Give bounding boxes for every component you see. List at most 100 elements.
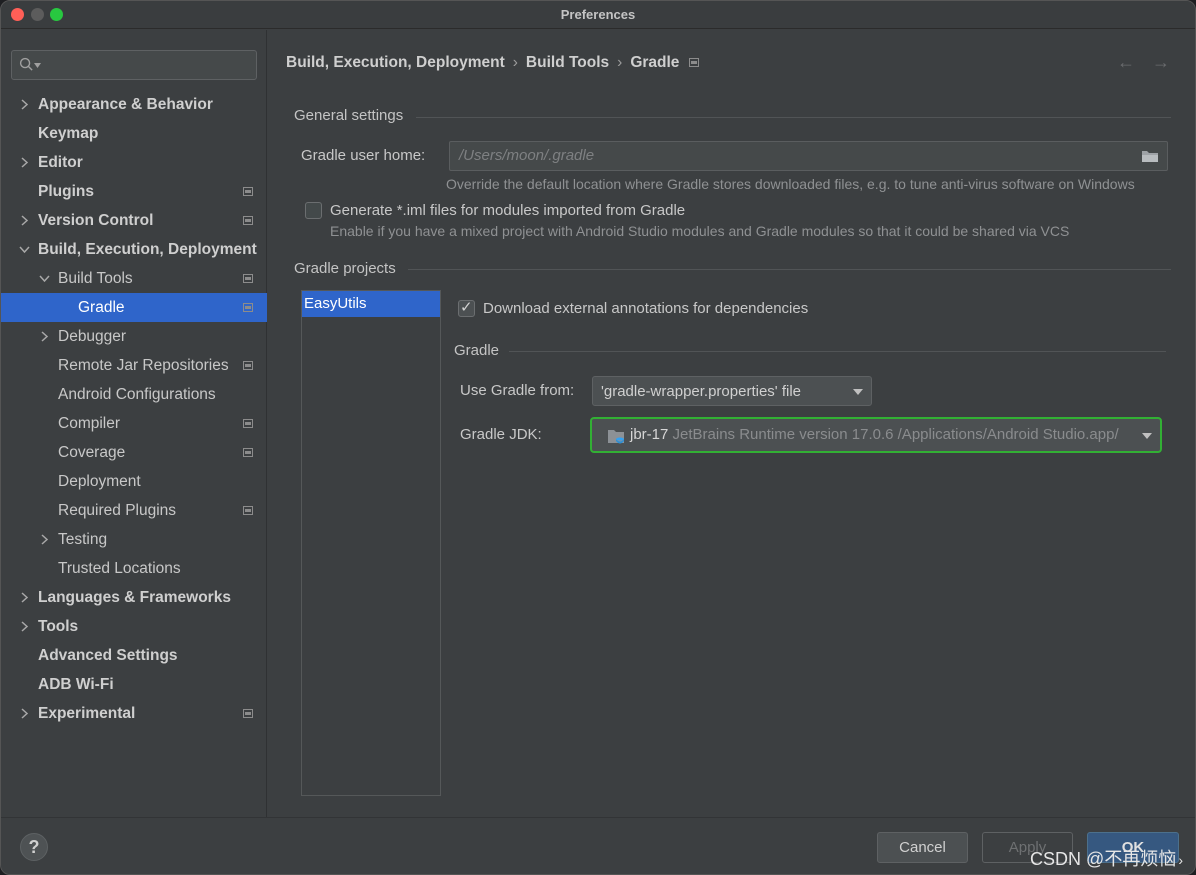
sidebar-item-compiler[interactable]: Compiler [1,409,267,438]
project-level-icon [243,187,253,196]
sidebar-item-appearance-behavior[interactable]: Appearance & Behavior [1,90,267,119]
sidebar-item-build-tools[interactable]: Build Tools [1,264,267,293]
sidebar-item-deployment[interactable]: Deployment [1,467,267,496]
sidebar-item-label: Testing [58,531,108,548]
use-gradle-from-value: 'gradle-wrapper.properties' file [601,383,801,400]
title-bar: Preferences [1,1,1195,29]
chevron-right-icon[interactable] [17,583,31,612]
sidebar-item-label: Languages & Frameworks [38,589,231,606]
chevron-right-icon[interactable] [17,612,31,641]
sidebar-item-label: Version Control [38,212,154,229]
project-level-icon [243,448,253,457]
sidebar-item-experimental[interactable]: Experimental [1,699,267,728]
generate-iml-checkbox[interactable] [305,202,322,219]
sidebar-item-gradle[interactable]: Gradle [1,293,267,322]
chevron-right-icon[interactable] [17,90,31,119]
project-level-icon [243,709,253,718]
browse-folder-icon[interactable] [1141,149,1159,163]
gradle-user-home-field[interactable]: /Users/moon/.gradle [449,141,1168,171]
gradle-user-home-hint: Override the default location where Grad… [446,176,1135,192]
cancel-button[interactable]: Cancel [877,832,968,863]
sidebar-item-plugins[interactable]: Plugins [1,177,267,206]
breadcrumb-separator: › [617,54,623,71]
sidebar-item-testing[interactable]: Testing [1,525,267,554]
section-divider [416,117,1171,118]
sidebar-item-label: Experimental [38,705,136,722]
project-level-icon [243,303,253,312]
generate-iml-label[interactable]: Generate *.iml files for modules importe… [330,202,685,219]
gradle-user-home-value: /Users/moon/.gradle [459,147,595,164]
project-list-item[interactable]: EasyUtils [302,291,440,317]
use-gradle-from-dropdown[interactable]: 'gradle-wrapper.properties' file [592,376,872,406]
chevron-down-icon[interactable] [37,264,51,293]
sidebar-item-label: Remote Jar Repositories [58,357,229,374]
sidebar-item-keymap[interactable]: Keymap [1,119,267,148]
section-divider [408,269,1171,270]
sidebar-item-editor[interactable]: Editor [1,148,267,177]
chevron-down-icon[interactable] [17,235,31,264]
sidebar-item-build-execution-deployment[interactable]: Build, Execution, Deployment [1,235,267,264]
sidebar-item-debugger[interactable]: Debugger [1,322,267,351]
dropdown-arrow-icon [853,389,863,395]
preferences-window: Preferences Appearance & Behavior Keymap E… [0,0,1196,875]
window-title: Preferences [560,7,636,22]
sidebar-item-required-plugins[interactable]: Required Plugins [1,496,267,525]
sidebar-item-label: Advanced Settings [38,647,178,664]
sidebar-item-advanced-settings[interactable]: Advanced Settings [1,641,267,670]
gradle-jdk-dropdown[interactable]: jbr-17 JetBrains Runtime version 17.0.6 … [590,417,1162,453]
sidebar-item-label: Build Tools [58,270,133,287]
sidebar-item-label: Trusted Locations [58,560,181,577]
sidebar-item-android-configurations[interactable]: Android Configurations [1,380,267,409]
breadcrumb-separator: › [512,54,518,71]
search-icon [19,57,33,71]
sidebar-item-label: Android Configurations [58,386,216,403]
gradle-section-title: Gradle [454,342,500,359]
chevron-right-icon[interactable] [17,206,31,235]
download-annotations-label[interactable]: Download external annotations for depend… [483,300,808,317]
gradle-jdk-label: Gradle JDK: [460,426,542,443]
sidebar-item-version-control[interactable]: Version Control [1,206,267,235]
generate-iml-hint: Enable if you have a mixed project with … [330,223,1070,239]
sidebar-item-label: Deployment [58,473,141,490]
breadcrumb-item[interactable]: Build Tools [526,54,609,71]
forward-arrow-icon[interactable]: → [1152,52,1170,73]
back-arrow-icon[interactable]: ← [1117,52,1135,73]
project-level-icon [689,58,700,68]
sidebar-item-label: Plugins [38,183,94,200]
sidebar-item-tools[interactable]: Tools [1,612,267,641]
sidebar-item-trusted-locations[interactable]: Trusted Locations [1,554,267,583]
section-divider [509,351,1166,352]
sidebar-item-label: Compiler [58,415,121,432]
chevron-right-icon[interactable] [37,322,51,351]
watermark: CSDN @不再烦恼 › [1030,845,1183,871]
help-button[interactable]: ? [20,833,48,861]
sidebar-item-label: Build, Execution, Deployment [38,241,257,258]
watermark-text: CSDN @不再烦恼 [1030,849,1177,869]
jdk-detail: JetBrains Runtime version 17.0.6 /Applic… [672,426,1119,443]
use-gradle-from-label: Use Gradle from: [460,382,575,399]
jdk-folder-icon [608,430,624,444]
gradle-projects-title: Gradle projects [294,260,396,277]
chevron-right-icon[interactable] [17,148,31,177]
sidebar-item-languages-frameworks[interactable]: Languages & Frameworks [1,583,267,612]
breadcrumb-item[interactable]: Build, Execution, Deployment [286,54,505,71]
sidebar-item-coverage[interactable]: Coverage [1,438,267,467]
chevron-right-icon[interactable] [37,525,51,554]
sidebar-item-remote-jar-repositories[interactable]: Remote Jar Repositories [1,351,267,380]
sidebar-item-label: Tools [38,618,79,635]
chevron-right-icon[interactable] [17,699,31,728]
breadcrumb: Build, Execution, Deployment › Build Tools… [286,54,700,72]
sidebar-item-adb-wi-fi[interactable]: ADB Wi-Fi [1,670,267,699]
search-options-chevron-icon[interactable] [34,63,41,68]
project-level-icon [243,506,253,515]
dialog-footer: ? Cancel Apply OK CSDN @不再烦恼 › [1,817,1195,874]
sidebar-item-label: Keymap [38,125,99,142]
sidebar-item-label: Gradle [78,299,125,316]
breadcrumb-item-current: Gradle [630,54,680,71]
search-input[interactable] [11,50,257,80]
sidebar-item-label: Debugger [58,328,127,345]
project-level-icon [243,274,253,283]
sidebar-item-label: Editor [38,154,83,171]
gradle-projects-list: EasyUtils [301,290,441,796]
download-annotations-checkbox[interactable]: ✓ [458,299,475,317]
